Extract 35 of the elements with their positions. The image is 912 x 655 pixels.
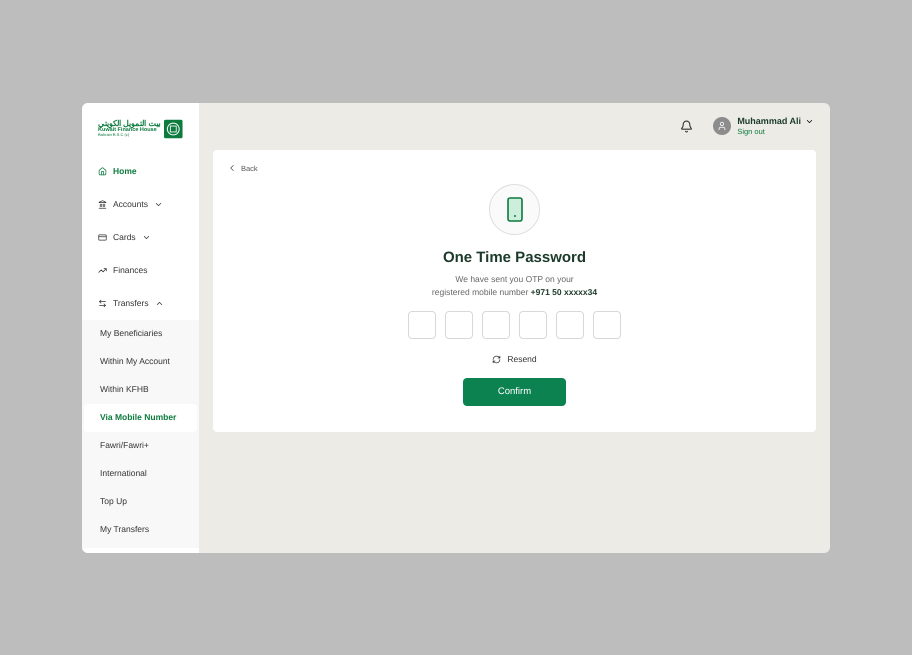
card-icon <box>98 232 107 242</box>
submenu-item[interactable]: Within KFHB <box>84 376 197 404</box>
nav-item[interactable]: Cards <box>82 220 199 254</box>
otp-digit-field[interactable] <box>482 311 510 339</box>
submenu-item[interactable]: Fawri/Fawri+ <box>84 432 197 460</box>
submenu-item[interactable]: My Transfers <box>84 516 197 544</box>
nav-item[interactable]: Home <box>82 154 199 188</box>
logo-icon <box>164 118 183 140</box>
submenu-item[interactable]: My Beneficiaries <box>84 320 197 348</box>
nav-item[interactable]: Accounts <box>82 188 199 220</box>
trend-icon <box>98 266 107 274</box>
page-title: One Time Password <box>442 248 586 268</box>
otp-digit-field[interactable] <box>408 311 436 339</box>
otp-message: We have sent you OTP on your registered mobile number +971 50 xxxxx34 <box>432 273 598 299</box>
logo-arabic-text: بيت التمويل الكويتي <box>98 120 160 128</box>
nav-item[interactable]: Transfers <box>82 286 199 320</box>
otp-digit-field[interactable] <box>556 311 584 339</box>
notification-bell-icon[interactable] <box>680 120 694 132</box>
submenu-item[interactable]: Via Mobile Number <box>84 404 197 432</box>
transfer-icon <box>98 298 107 308</box>
refresh-icon <box>492 354 502 364</box>
user-icon <box>717 121 728 131</box>
submenu-item[interactable]: International <box>84 460 197 488</box>
submenu-item[interactable]: Within My Account <box>84 348 197 376</box>
otp-digit-field[interactable] <box>593 311 621 339</box>
submenu-item[interactable]: Top Up <box>84 488 197 516</box>
otp-digit-field[interactable] <box>445 311 473 339</box>
phone-icon <box>506 196 522 222</box>
home-icon <box>98 166 107 176</box>
bank-icon <box>98 200 107 208</box>
resend-button[interactable]: Resend <box>492 353 537 366</box>
user-name: Muhammad Ali <box>737 116 801 127</box>
otp-digit-field[interactable] <box>519 311 547 339</box>
confirm-button[interactable]: Confirm <box>463 378 566 406</box>
nav-item[interactable]: Finances <box>82 254 199 286</box>
